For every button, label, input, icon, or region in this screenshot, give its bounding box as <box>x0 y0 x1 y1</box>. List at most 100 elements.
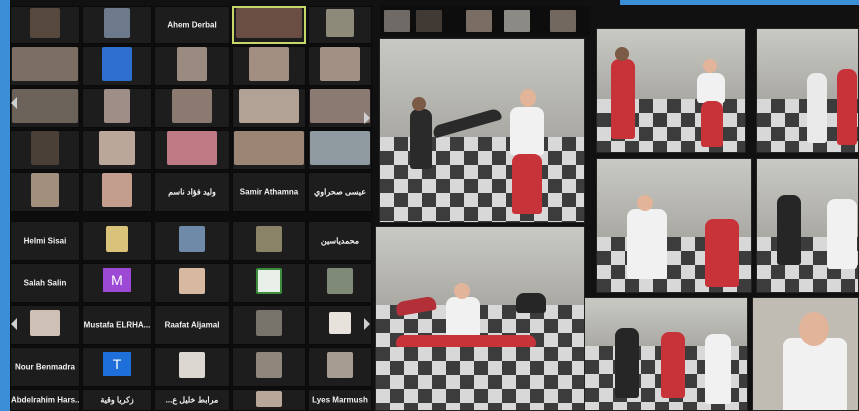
participant-name: Salah Salin <box>23 278 67 288</box>
instructor <box>827 199 857 269</box>
student-head <box>615 47 629 61</box>
participant-tile[interactable]: عيسى صحراوي <box>308 172 372 212</box>
instructor-head <box>799 312 829 346</box>
video-feed <box>234 131 304 166</box>
video-feed <box>104 8 130 39</box>
participant-tile[interactable]: ...مرابط خليل ع <box>154 389 230 411</box>
student <box>410 109 432 169</box>
participant-tile[interactable]: Abdelrahim Hars... <box>10 389 80 411</box>
chevron-left-icon[interactable] <box>11 97 17 109</box>
instructor-head <box>703 59 717 73</box>
participant-name: زكريا وقية <box>100 395 134 405</box>
participant-name: Abdelrahim Hars... <box>11 395 80 405</box>
video-feed <box>256 226 282 253</box>
left-accent-strip <box>0 0 10 411</box>
participant-tile[interactable] <box>154 88 230 128</box>
participant-tile[interactable]: Raafat Aljamal <box>154 305 230 345</box>
student-head <box>412 97 426 111</box>
gym-wall <box>376 227 584 307</box>
instructor <box>705 334 731 404</box>
participant-tile[interactable] <box>82 46 152 86</box>
participant-tile[interactable] <box>154 221 230 261</box>
gym-floor <box>376 305 584 410</box>
participant-tile[interactable]: T <box>82 347 152 387</box>
training-photo-block <box>596 28 746 153</box>
participant-thumbnail[interactable] <box>504 10 530 32</box>
participant-tile[interactable] <box>232 305 306 345</box>
instructor <box>697 73 725 103</box>
training-photo-class <box>584 297 748 411</box>
participant-tile[interactable] <box>10 130 80 170</box>
participant-tile[interactable] <box>10 46 80 86</box>
participant-tile[interactable] <box>10 6 80 44</box>
active-speaker-tile[interactable] <box>232 6 306 44</box>
video-feed <box>249 47 289 82</box>
chevron-left-icon[interactable] <box>11 318 17 330</box>
video-feed <box>31 131 59 166</box>
participant-tile[interactable] <box>232 389 306 411</box>
participant-tile[interactable]: Samir Athamna <box>232 172 306 212</box>
participant-tile[interactable]: Lyes Marmush <box>308 389 372 411</box>
student <box>611 59 635 139</box>
participant-name: عيسى صحراوي <box>314 187 366 197</box>
participant-tile[interactable] <box>82 221 152 261</box>
participant-tile[interactable] <box>82 6 152 44</box>
participant-tile[interactable] <box>308 46 372 86</box>
video-feed <box>177 47 207 82</box>
participant-tile[interactable] <box>154 46 230 86</box>
participant-tile[interactable] <box>308 130 372 170</box>
participant-tile[interactable] <box>82 88 152 128</box>
student <box>837 69 857 145</box>
video-feed <box>327 352 353 379</box>
participant-tile[interactable] <box>308 6 372 44</box>
participant-tile[interactable] <box>232 263 306 303</box>
participant-tile[interactable] <box>10 305 80 345</box>
participant-tile[interactable]: زكريا وقية <box>82 389 152 411</box>
participant-tile[interactable]: Salah Salin <box>10 263 80 303</box>
participant-thumbnail[interactable] <box>466 10 492 32</box>
participant-tile[interactable] <box>308 305 372 345</box>
student <box>615 328 639 398</box>
participant-tile[interactable] <box>154 130 230 170</box>
training-photo-punch <box>596 158 752 293</box>
avatar: M <box>103 267 131 292</box>
participant-tile[interactable] <box>82 172 152 212</box>
video-feed <box>327 268 353 295</box>
participant-tile[interactable] <box>82 130 152 170</box>
participant-thumbnail[interactable] <box>384 10 410 32</box>
participant-tile[interactable] <box>10 88 80 128</box>
video-feed <box>30 310 60 337</box>
participant-tile[interactable] <box>232 46 306 86</box>
participant-tile[interactable]: M <box>82 263 152 303</box>
participant-tile[interactable] <box>10 172 80 212</box>
video-feed <box>104 89 130 124</box>
video-feed <box>102 47 132 82</box>
student <box>807 73 827 143</box>
student <box>777 195 801 265</box>
instructor-pants <box>512 154 542 214</box>
participant-tile[interactable] <box>308 88 372 128</box>
participant-tile[interactable] <box>154 263 230 303</box>
participant-tile[interactable] <box>232 88 306 128</box>
instructor <box>510 107 544 155</box>
participant-tile[interactable] <box>154 347 230 387</box>
participant-name: Lyes Marmush <box>312 395 368 405</box>
participant-tile[interactable] <box>232 221 306 261</box>
instructor <box>783 338 847 410</box>
participant-tile[interactable]: Ahem Derbal <box>154 6 230 44</box>
video-feed <box>239 89 299 124</box>
participant-thumbnail[interactable] <box>416 10 442 32</box>
chevron-right-icon[interactable] <box>364 318 370 330</box>
chevron-right-icon[interactable] <box>364 112 370 124</box>
participant-tile[interactable]: Helmi Sisai <box>10 221 80 261</box>
participant-name: Nour Benmadra <box>14 362 75 372</box>
participant-tile[interactable]: محمدياسين <box>308 221 372 261</box>
participant-tile[interactable]: Nour Benmadra <box>10 347 80 387</box>
participant-tile[interactable]: وليد فؤاد ناسم <box>154 172 230 212</box>
participant-tile[interactable] <box>308 263 372 303</box>
participant-tile[interactable] <box>308 347 372 387</box>
participant-tile[interactable]: Mustafa ELRHA... <box>82 305 152 345</box>
participant-tile[interactable] <box>232 347 306 387</box>
participant-thumbnail[interactable] <box>550 10 576 32</box>
participant-tile[interactable] <box>232 130 306 170</box>
